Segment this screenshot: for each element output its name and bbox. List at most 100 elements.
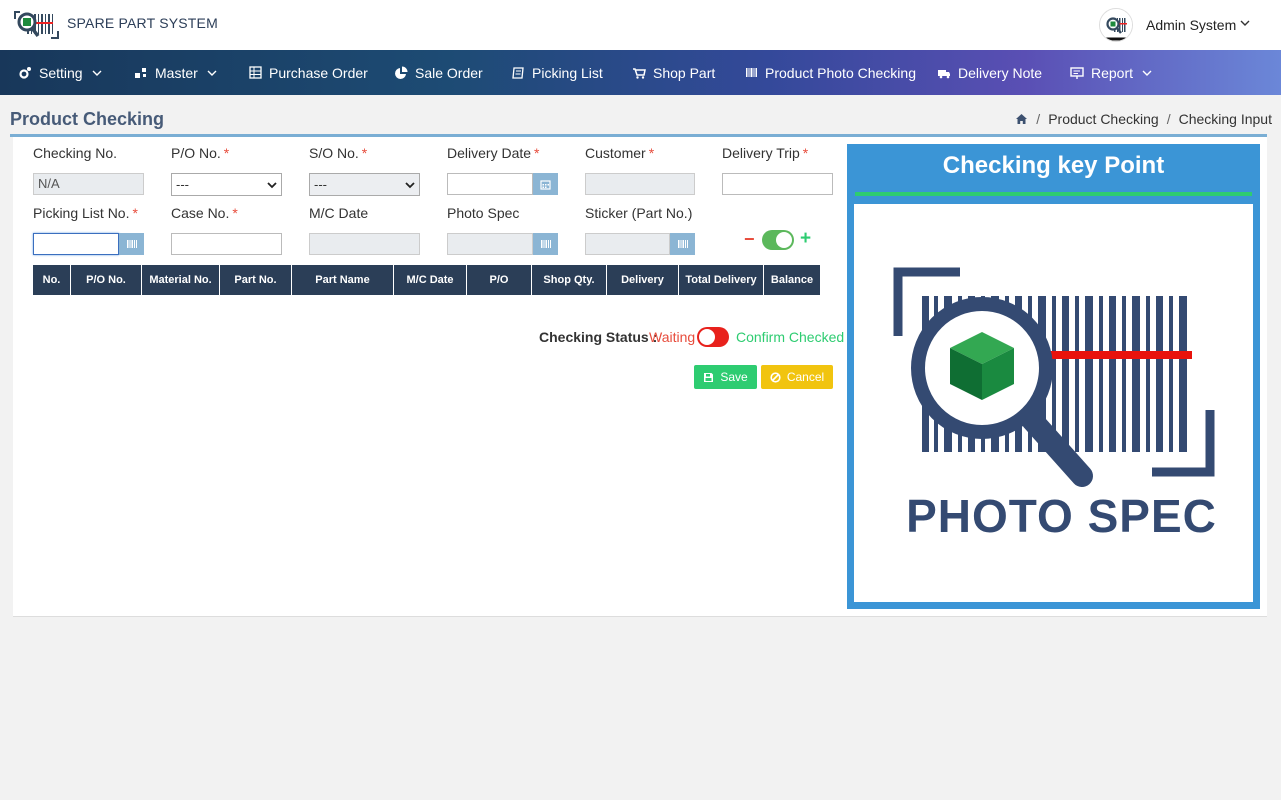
column-header: No.	[33, 265, 71, 295]
chevron-down-icon	[1142, 70, 1152, 76]
picking-list-no-label: Picking List No. *	[33, 205, 138, 221]
barcode-icon	[540, 240, 551, 248]
chevron-down-icon	[405, 181, 415, 188]
page-title: Product Checking	[10, 109, 165, 129]
mc-date-label: M/C Date	[309, 205, 369, 221]
nav-shop-part-label: Shop Part	[653, 64, 716, 81]
photo-spec-text: PHOTO SPEC	[906, 490, 1217, 542]
delivery-date-label: Delivery Date *	[447, 145, 540, 161]
picking-list-scan-button[interactable]	[119, 233, 144, 255]
nav-purchase-order-label: Purchase Order	[269, 64, 368, 81]
breadcrumb: / Product Checking / Checking Input	[1015, 111, 1272, 127]
checking-status-label: Checking Status :	[539, 329, 658, 345]
toggle-knob	[776, 232, 792, 248]
app-title: SPARE PART SYSTEM	[67, 15, 218, 31]
plus-label: +	[800, 228, 812, 249]
user-avatar[interactable]	[1099, 8, 1133, 42]
pie-chart-icon	[395, 66, 408, 79]
plus-minus-toggle[interactable]	[762, 230, 794, 250]
home-icon[interactable]	[1015, 113, 1028, 125]
cancel-button[interactable]: Cancel	[761, 365, 833, 389]
sticker-label: Sticker (Part No.)	[585, 205, 693, 221]
so-no-selected-value: ---	[314, 177, 327, 192]
barcode-icon	[677, 240, 688, 248]
breadcrumb-separator: /	[1036, 111, 1041, 127]
checking-table: No. P/O No. Material No. Part No. Part N…	[33, 265, 820, 295]
so-no-select[interactable]: ---	[309, 173, 420, 196]
breadcrumb-separator: /	[1166, 111, 1171, 127]
key-point-divider	[855, 192, 1252, 196]
po-no-label: P/O No. *	[171, 145, 230, 161]
nav-setting[interactable]: Setting	[18, 50, 110, 95]
network-icon	[135, 67, 146, 78]
photo-spec-scan-button[interactable]	[533, 233, 558, 255]
status-waiting-label: Waiting	[649, 329, 696, 345]
mc-date-field[interactable]	[309, 233, 420, 255]
top-header: SPARE PART SYSTEM Admin System	[0, 0, 1281, 50]
nav-picking-list-label: Picking List	[532, 64, 603, 81]
report-icon	[1070, 66, 1084, 79]
truck-icon	[938, 69, 950, 78]
status-confirmed-label: Confirm Checked	[736, 329, 845, 345]
app-logo-icon	[14, 11, 59, 39]
nav-report-label: Report	[1091, 64, 1134, 81]
nav-delivery-note-label: Delivery Note	[958, 64, 1043, 81]
column-header: Part No.	[220, 265, 292, 295]
column-header: P/O No.	[71, 265, 142, 295]
user-name[interactable]: Admin System	[1146, 17, 1236, 33]
chevron-down-icon	[207, 70, 217, 76]
delivery-trip-field[interactable]	[722, 173, 833, 195]
nav-product-photo-checking-label: Product Photo Checking	[765, 64, 916, 81]
chevron-down-icon	[92, 70, 102, 76]
nav-shop-part[interactable]: Shop Part	[632, 50, 715, 95]
ban-icon	[770, 371, 781, 383]
picking-list-no-field[interactable]	[33, 233, 119, 255]
column-header: Part Name	[292, 265, 394, 295]
cart-icon	[633, 67, 646, 79]
column-header: Total Delivery	[679, 265, 764, 295]
breadcrumb-checking-input: Checking Input	[1178, 111, 1272, 127]
floppy-disk-icon	[704, 372, 714, 382]
photo-spec-label: Photo Spec	[447, 205, 520, 221]
cancel-button-label: Cancel	[786, 370, 825, 384]
nav-master[interactable]: Master	[134, 50, 225, 95]
minus-label: −	[744, 229, 755, 249]
main-navbar: Setting Master Purchase Order Sale Order…	[0, 50, 1281, 95]
checking-no-label: Checking No.	[33, 145, 118, 161]
checking-no-field[interactable]: N/A	[33, 173, 144, 195]
column-header: M/C Date	[394, 265, 467, 295]
nav-sale-order[interactable]: Sale Order	[394, 50, 483, 95]
barcode-icon	[746, 68, 757, 77]
customer-field[interactable]	[585, 173, 695, 195]
checking-key-point-panel: Checking key Point PHOTO SPEC	[847, 144, 1260, 609]
nav-delivery-note[interactable]: Delivery Note	[937, 50, 1042, 95]
nav-report[interactable]: Report	[1070, 50, 1160, 95]
column-header: Shop Qty.	[532, 265, 607, 295]
nav-product-photo-checking[interactable]: Product Photo Checking	[745, 50, 916, 95]
chevron-down-icon[interactable]	[1237, 15, 1253, 31]
po-no-selected-value: ---	[176, 177, 189, 192]
nav-purchase-order[interactable]: Purchase Order	[249, 50, 368, 95]
calendar-icon	[540, 179, 551, 190]
po-no-select[interactable]: ---	[171, 173, 282, 196]
breadcrumb-product-checking[interactable]: Product Checking	[1048, 111, 1159, 127]
photo-spec-image: PHOTO SPEC	[854, 204, 1253, 602]
chevron-down-icon	[267, 181, 277, 188]
calendar-button[interactable]	[533, 173, 558, 195]
checking-status-toggle[interactable]	[697, 327, 729, 347]
nav-picking-list[interactable]: Picking List	[511, 50, 603, 95]
nav-master-label: Master	[155, 64, 198, 81]
save-button[interactable]: Save	[694, 365, 757, 389]
gear-icon	[19, 66, 31, 79]
photo-spec-field[interactable]	[447, 233, 533, 255]
column-header: Material No.	[142, 265, 220, 295]
case-no-field[interactable]	[171, 233, 282, 255]
toggle-knob	[699, 329, 715, 345]
delivery-date-field[interactable]	[447, 173, 533, 195]
sticker-field[interactable]	[585, 233, 670, 255]
column-header: P/O	[467, 265, 532, 295]
so-no-label: S/O No. *	[309, 145, 368, 161]
delivery-trip-label: Delivery Trip *	[722, 145, 809, 161]
avatar-logo-icon	[1100, 9, 1132, 41]
sticker-scan-button[interactable]	[670, 233, 695, 255]
